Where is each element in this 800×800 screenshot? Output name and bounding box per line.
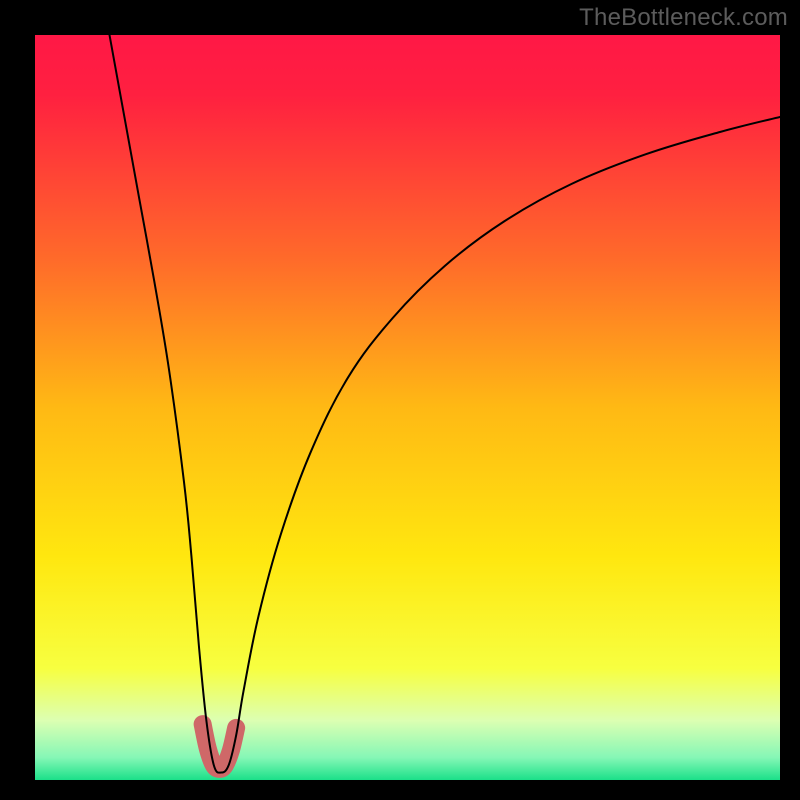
curve-layer [35, 35, 780, 780]
chart-frame: TheBottleneck.com [0, 0, 800, 800]
watermark-text: TheBottleneck.com [579, 4, 788, 32]
plot-area [35, 35, 780, 780]
bottleneck-curve [110, 35, 781, 773]
